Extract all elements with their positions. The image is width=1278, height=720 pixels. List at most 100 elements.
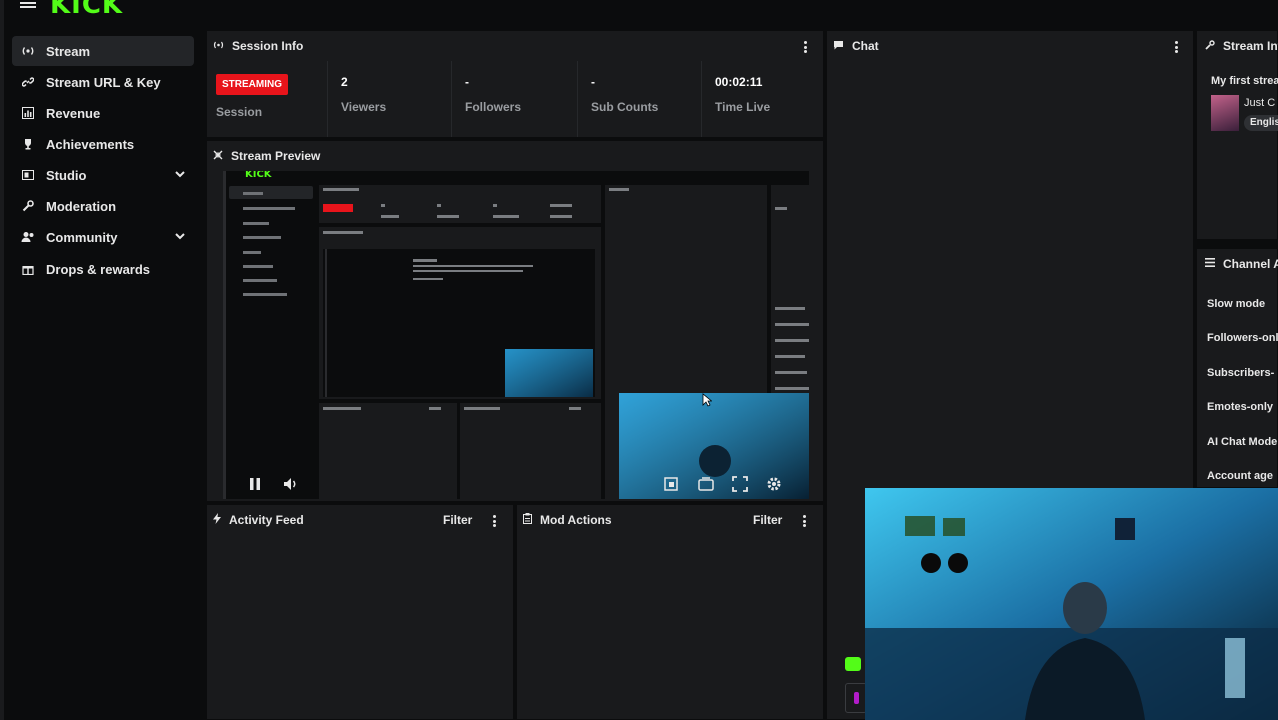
channel-actions-panel: Channel Ac Slow mode Followers-onl Subsc… [1196,248,1278,488]
activity-feed-panel: Activity Feed Filter [206,504,514,720]
broadcast-icon [20,44,36,58]
session-label: Session [216,105,263,119]
chat-title: Chat [852,39,879,53]
followers-label: Followers [465,100,522,114]
top-bar [0,0,1278,28]
category-name: Just C [1244,97,1276,109]
people-icon [20,230,36,244]
volume-icon[interactable] [283,476,299,492]
stream-preview-header: Stream Preview [213,149,320,163]
stream-info-title: Stream Info [1223,39,1278,53]
activity-feed-title: Activity Feed [229,513,304,527]
webcam-image [865,488,1278,720]
stream-video-frame: KICK [223,171,809,499]
session-info-header: Session Info [213,39,303,53]
settings-gear-icon[interactable] [766,476,782,492]
divider [577,61,578,137]
kick-logo[interactable]: KICK [50,0,123,20]
chart-icon [20,106,36,120]
sidebar-item-label: Studio [46,167,87,183]
sidebar-item-label: Moderation [46,198,117,214]
trophy-icon [20,137,36,151]
studio-icon [20,168,36,182]
menu-icon [1205,258,1215,270]
channel-actions-title: Channel Ac [1223,257,1278,271]
stream-preview-panel: Stream Preview KICK [206,140,824,502]
stream-video[interactable]: KICK [223,171,809,499]
status-badge: STREAMING [216,74,288,95]
session-info-panel: Session Info STREAMING Session 2 Viewers… [206,30,824,138]
menu-icon[interactable] [20,0,36,10]
divider [327,61,328,137]
sidebar-item-community[interactable]: Community [12,222,194,252]
more-options-icon[interactable] [493,515,497,527]
stream-info-panel: Stream Info My first strea Just C Englis [1196,30,1278,240]
mod-actions-filter-button[interactable]: Filter [753,513,782,527]
sidebar-item-label: Revenue [46,105,101,121]
mod-actions-header: Mod Actions [523,513,612,527]
sidebar: Stream Stream URL & Key Revenue Achievem… [4,30,200,720]
divider [701,61,702,137]
webcam-overlay [865,488,1278,720]
channel-actions-header: Channel Ac [1205,257,1278,271]
viewers-value: 2 [341,75,348,89]
activity-feed-header: Activity Feed [213,513,304,527]
stream-info-header: Stream Info [1205,39,1278,53]
sidebar-item-stream[interactable]: Stream [12,36,194,66]
more-options-icon[interactable] [804,41,808,53]
chevron-down-icon[interactable] [174,230,186,242]
mod-actions-panel: Mod Actions Filter [516,504,824,720]
fullscreen-icon[interactable] [732,476,748,492]
clipboard-icon [523,513,532,527]
theater-mode-icon[interactable] [698,477,714,491]
mod-actions-title: Mod Actions [540,513,612,527]
sub-counts-label: Sub Counts [591,100,659,114]
sidebar-item-label: Achievements [46,136,135,152]
sidebar-item-drops-rewards[interactable]: Drops & rewards [12,254,194,284]
category-thumbnail [1211,95,1239,131]
more-options-icon[interactable] [803,515,807,527]
preview-icon [213,150,223,163]
picture-in-picture-icon[interactable] [664,477,678,491]
sidebar-item-studio[interactable]: Studio [12,160,194,190]
svg-text:KICK: KICK [245,171,273,180]
wrench-icon [20,199,36,213]
sidebar-item-stream-url-key[interactable]: Stream URL & Key [12,67,194,97]
sidebar-item-achievements[interactable]: Achievements [12,129,194,159]
divider [451,61,452,137]
wrench-icon [1205,39,1215,53]
stream-title: My first strea [1211,75,1278,87]
chevron-down-icon[interactable] [174,168,186,180]
lightning-icon [213,513,221,527]
more-options-icon[interactable] [1175,41,1179,53]
ai-chat-mode-toggle[interactable]: AI Chat Mode [1207,436,1277,448]
slow-mode-toggle[interactable]: Slow mode [1207,298,1265,310]
chat-header: Chat [833,39,879,53]
sub-counts-value: - [591,75,595,89]
session-info-title: Session Info [232,39,304,53]
pause-icon[interactable] [249,477,261,491]
time-live-value: 00:02:11 [715,75,763,89]
chat-bubble-icon [833,40,844,53]
chat-input[interactable] [845,683,867,713]
activity-filter-button[interactable]: Filter [443,513,472,527]
subscribers-only-toggle[interactable]: Subscribers- [1207,367,1274,379]
gift-icon [20,262,36,276]
viewers-label: Viewers [341,100,387,114]
language-tag: Englis [1244,115,1278,131]
account-age-toggle[interactable]: Account age [1207,470,1273,482]
sidebar-item-revenue[interactable]: Revenue [12,98,194,128]
sidebar-item-label: Stream URL & Key [46,74,161,90]
emotes-only-toggle[interactable]: Emotes-only [1207,401,1273,413]
link-icon [20,75,36,89]
emote-icon[interactable] [845,657,861,671]
sidebar-item-label: Stream [46,43,91,59]
followers-only-toggle[interactable]: Followers-onl [1207,332,1278,344]
broadcast-icon [213,41,224,52]
mouse-cursor [702,393,713,407]
time-live-label: Time Live [715,100,771,114]
stream-preview-title: Stream Preview [231,149,321,163]
sidebar-item-moderation[interactable]: Moderation [12,191,194,221]
sidebar-item-label: Drops & rewards [46,261,151,277]
sidebar-item-label: Community [46,229,118,245]
